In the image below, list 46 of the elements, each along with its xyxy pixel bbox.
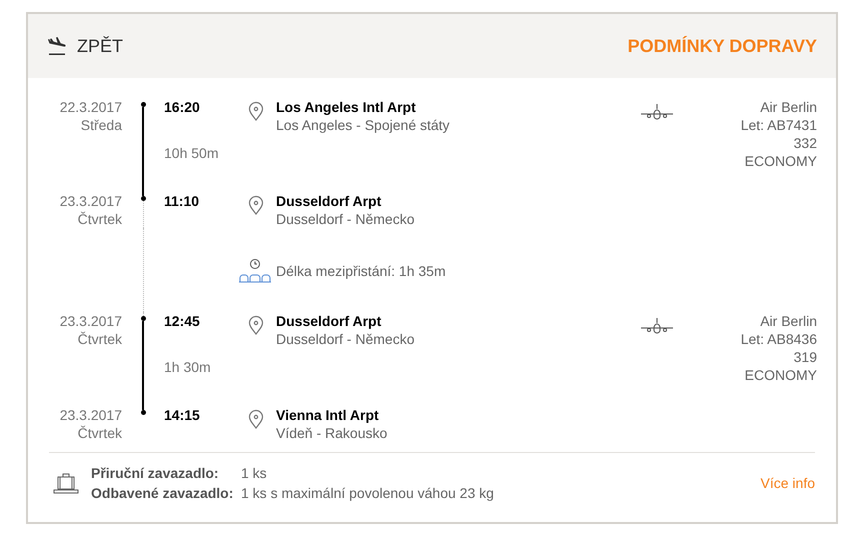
flight-number: Let: AB7431 <box>740 116 817 134</box>
weekday-text: Čtvrtek <box>78 210 122 228</box>
airport-location: Vídeň - Rakousko <box>276 424 388 442</box>
date-text: 23.3.2017 <box>60 406 122 424</box>
back-button[interactable]: ZPĚT <box>47 32 124 60</box>
baggage-value: 1 ks <box>241 464 268 483</box>
airport-name: Vienna Intl Arpt <box>276 406 380 424</box>
airport-location: Dusseldorf - Německo <box>276 210 414 228</box>
time-text: 12:45 <box>164 312 201 331</box>
flight-duration: 10h 50m <box>164 145 218 161</box>
date-text: 22.3.2017 <box>60 98 122 116</box>
time-text: 16:20 <box>164 98 201 117</box>
airport-name: Los Angeles Intl Arpt <box>276 98 417 116</box>
airplane-icon <box>640 103 674 121</box>
flight-number: Let: AB8436 <box>740 330 817 348</box>
waiting-seats-icon <box>238 258 272 284</box>
aircraft-type: 319 <box>794 348 817 366</box>
airport-name: Dusseldorf Arpt <box>276 192 382 210</box>
airport-name: Dusseldorf Arpt <box>276 312 382 330</box>
date-text: 23.3.2017 <box>60 312 122 330</box>
location-pin-icon <box>248 315 264 335</box>
airline-name: Air Berlin <box>760 98 817 116</box>
airplane-landing-icon <box>47 36 67 56</box>
weekday-text: Čtvrtek <box>78 424 122 442</box>
weekday-text: Čtvrtek <box>78 330 122 348</box>
location-pin-icon <box>248 195 264 215</box>
location-pin-icon <box>248 409 264 429</box>
baggage-value: 1 ks s maximální povolenou váhou 23 kg <box>241 484 494 503</box>
airplane-icon <box>640 317 674 335</box>
location-pin-icon <box>248 101 264 121</box>
time-text: 14:15 <box>164 406 201 425</box>
date-text: 23.3.2017 <box>60 192 122 210</box>
baggage-label: Odbavené zavazadlo: <box>91 484 234 503</box>
cabin-class: ECONOMY <box>744 366 817 384</box>
weekday-text: Středa <box>80 116 122 134</box>
cabin-class: ECONOMY <box>744 152 817 170</box>
page-title: PODMÍNKY DOPRAVY <box>628 34 817 58</box>
baggage-label: Přiruční zavazadlo: <box>91 464 220 483</box>
airline-name: Air Berlin <box>760 312 817 330</box>
aircraft-type: 332 <box>794 134 817 152</box>
flight-duration: 1h 30m <box>164 359 211 375</box>
luggage-icon <box>53 472 79 494</box>
airport-location: Los Angeles - Spojené státy <box>276 116 450 134</box>
airport-location: Dusseldorf - Německo <box>276 330 414 348</box>
time-text: 11:10 <box>164 192 200 211</box>
layover-duration: Délka mezipřistání: 1h 35m <box>276 262 446 281</box>
